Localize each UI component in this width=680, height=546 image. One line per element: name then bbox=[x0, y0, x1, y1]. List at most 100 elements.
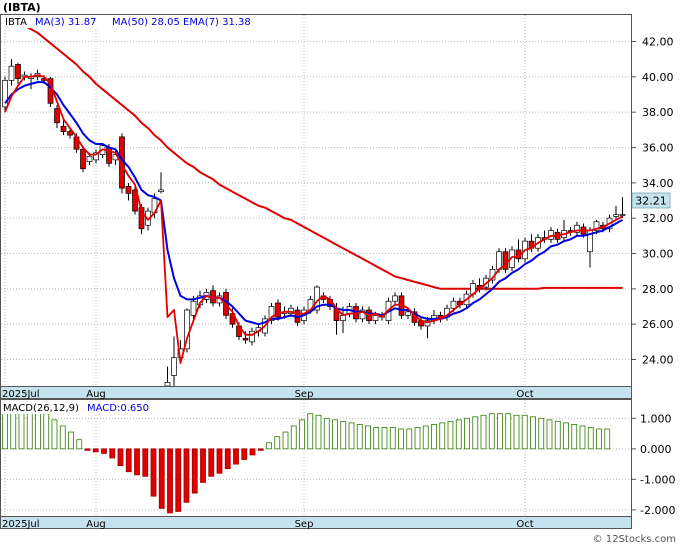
macd-legend-value: MACD:0.650 bbox=[87, 403, 149, 414]
macd-bar-positive bbox=[571, 424, 578, 450]
macd-bar-positive bbox=[406, 428, 413, 450]
macd-bar-positive bbox=[422, 425, 429, 450]
macd-x-label: Oct bbox=[516, 519, 533, 530]
candle-up bbox=[496, 251, 502, 270]
macd-bar-positive bbox=[431, 424, 437, 450]
macd-bar-negative bbox=[134, 448, 140, 476]
macd-bar-positive bbox=[604, 428, 611, 450]
price-x-label: Sep bbox=[295, 389, 314, 400]
macd-bar-positive bbox=[266, 442, 272, 450]
price-tick-label: 40.00 bbox=[642, 71, 674, 84]
macd-bar-negative bbox=[117, 448, 124, 467]
macd-bar-positive bbox=[579, 425, 586, 450]
macd-bar-positive bbox=[290, 425, 297, 450]
macd-bar-positive bbox=[299, 419, 305, 450]
candle-down bbox=[80, 148, 86, 170]
candle-up bbox=[613, 214, 619, 217]
macd-bar-positive bbox=[389, 427, 396, 450]
candle-down bbox=[242, 337, 249, 341]
candle-up bbox=[86, 155, 93, 162]
macd-bar-negative bbox=[216, 448, 223, 474]
macd-bar-positive bbox=[596, 428, 602, 450]
candle-up bbox=[190, 300, 197, 316]
macd-bar-negative bbox=[249, 448, 256, 456]
macd-bar-positive bbox=[340, 420, 347, 450]
macd-legend-params: MACD(26,12,9) bbox=[3, 403, 79, 414]
macd-x-label: Aug bbox=[86, 519, 106, 530]
macd-bar-negative bbox=[175, 448, 182, 512]
macd-bar-positive bbox=[513, 414, 520, 450]
macd-bar-positive bbox=[488, 413, 495, 450]
macd-bar-positive bbox=[315, 414, 322, 450]
macd-bar-positive bbox=[472, 416, 479, 450]
macd-bar-positive bbox=[274, 436, 281, 450]
macd-bar-positive bbox=[356, 424, 363, 450]
candle-up bbox=[158, 189, 164, 193]
macd-bar-positive bbox=[505, 413, 512, 450]
candle-down bbox=[54, 108, 60, 124]
macd-bar-negative bbox=[191, 448, 198, 494]
macd-bar-negative bbox=[241, 448, 248, 460]
candle-up bbox=[171, 357, 177, 376]
chart-title: (IBTA) bbox=[3, 1, 41, 14]
price-tick-label: 34.00 bbox=[642, 177, 674, 190]
macd-bar-positive bbox=[59, 425, 66, 450]
macd-bar-positive bbox=[554, 420, 561, 450]
macd-bar-positive bbox=[76, 439, 83, 450]
macd-y-axis: 1.000 0.000 -1.000 -2.000 bbox=[631, 412, 675, 517]
macd-bar-negative bbox=[125, 448, 132, 473]
legend-ma50: MA(50) 28.05 bbox=[112, 17, 180, 28]
macd-bar-positive bbox=[546, 419, 553, 450]
macd-bar-positive bbox=[587, 427, 594, 450]
candle-down bbox=[15, 64, 21, 79]
macd-bar-positive bbox=[464, 417, 470, 450]
macd-bar-positive bbox=[373, 427, 380, 450]
macd-bar-positive bbox=[447, 420, 454, 450]
last-price-tag: 32.21 bbox=[635, 195, 667, 208]
candle-up bbox=[372, 314, 379, 321]
macd-bar-negative bbox=[208, 448, 215, 477]
price-tick-label: 26.00 bbox=[642, 318, 674, 331]
price-x-label: Aug bbox=[86, 389, 106, 400]
macd-bar-negative bbox=[92, 448, 99, 453]
macd-bar-negative bbox=[224, 448, 231, 470]
price-tick-label: 28.00 bbox=[642, 283, 674, 296]
watermark: © 12Stocks.com bbox=[593, 534, 676, 545]
macd-bar-negative bbox=[101, 448, 107, 454]
macd-bar-positive bbox=[480, 414, 487, 450]
candle-down bbox=[60, 125, 67, 132]
stock-chart: 42.00 40.00 38.00 36.00 34.00 32.00 30.00 28.00… bbox=[0, 1, 676, 545]
macd-bar-negative bbox=[233, 448, 239, 465]
macd-bar-positive bbox=[455, 419, 462, 450]
price-tick-label: 42.00 bbox=[642, 36, 674, 49]
macd-bar-positive bbox=[398, 428, 404, 450]
candle-up bbox=[405, 311, 411, 316]
price-tick-label: 32.00 bbox=[642, 212, 674, 225]
macd-x-label: Sep bbox=[295, 519, 314, 530]
candle-up bbox=[619, 214, 626, 216]
macd-tick-label: 1.000 bbox=[640, 412, 672, 425]
macd-bar-positive bbox=[521, 414, 528, 450]
candle-down bbox=[67, 131, 73, 136]
macd-tick-label: -2.000 bbox=[640, 504, 675, 517]
macd-bar-positive bbox=[530, 416, 536, 450]
macd-bar-positive bbox=[43, 413, 50, 450]
macd-bar-positive bbox=[563, 422, 569, 450]
legend-ema7: EMA(7) 31.38 bbox=[183, 17, 251, 28]
macd-bar-positive bbox=[365, 425, 371, 450]
price-tick-label: 30.00 bbox=[642, 248, 674, 261]
macd-bar-positive bbox=[307, 413, 314, 450]
macd-bar-positive bbox=[414, 427, 421, 450]
macd-bar-negative bbox=[150, 448, 157, 497]
macd-bar-positive bbox=[332, 419, 338, 450]
macd-bar-positive bbox=[68, 431, 74, 450]
price-panel bbox=[0, 14, 632, 387]
macd-bar-positive bbox=[497, 413, 503, 450]
macd-bar-negative bbox=[200, 448, 206, 483]
macd-bar-positive bbox=[538, 417, 545, 450]
macd-tick-label: 0.000 bbox=[640, 443, 672, 456]
macd-bar-negative bbox=[257, 448, 264, 451]
macd-bar-positive bbox=[51, 419, 58, 450]
macd-bar-positive bbox=[348, 422, 355, 450]
candle-up bbox=[8, 65, 15, 81]
